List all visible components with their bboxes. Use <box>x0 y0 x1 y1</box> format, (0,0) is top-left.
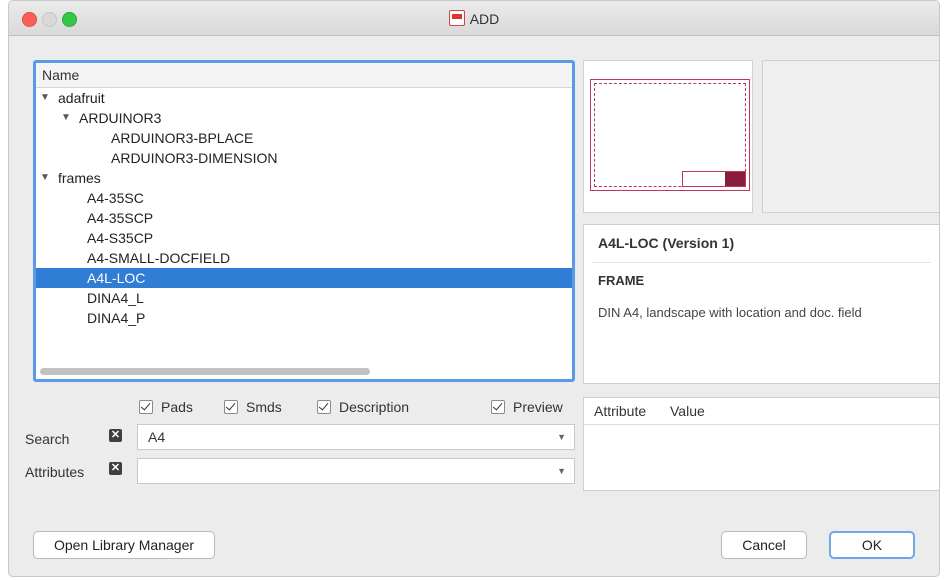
tree-row[interactable]: A4-S35CP <box>36 228 572 248</box>
chevron-down-icon[interactable]: ▼ <box>557 432 566 442</box>
tree-row-label: A4-SMALL-DOCFIELD <box>87 250 231 266</box>
description-panel: A4L-LOC (Version 1) FRAME DIN A4, landsc… <box>583 224 939 384</box>
tree-row[interactable]: A4L-LOC <box>36 268 572 288</box>
symbol-preview <box>583 60 753 213</box>
tree-row[interactable]: A4-35SC <box>36 188 572 208</box>
chevron-down-icon[interactable]: ▼ <box>557 466 566 476</box>
tree-row-label: DINA4_P <box>87 310 146 326</box>
checkmark-icon <box>224 400 238 414</box>
tree-row-label: DINA4_L <box>87 290 144 306</box>
checkmark-icon <box>491 400 505 414</box>
disclosure-triangle-icon[interactable]: ▼ <box>40 88 50 108</box>
search-label: Search <box>25 431 70 447</box>
tree-row[interactable]: A4-35SCP <box>36 208 572 228</box>
clear-search-icon[interactable]: ✕ <box>109 429 122 442</box>
device-title: A4L-LOC (Version 1) <box>598 235 735 251</box>
description-checkbox[interactable]: Description <box>317 399 409 417</box>
package-preview <box>762 60 939 213</box>
tree-row[interactable]: ARDUINOR3-DIMENSION <box>36 148 572 168</box>
disclosure-triangle-icon[interactable]: ▼ <box>61 108 71 128</box>
title-block-preview <box>682 171 746 187</box>
tree-row-label: ARDUINOR3 <box>79 110 162 126</box>
frame-preview-drawing <box>590 79 750 191</box>
checkmark-icon <box>139 400 153 414</box>
tree-row-label: ARDUINOR3-DIMENSION <box>111 150 278 166</box>
tree-row-label: A4-35SCP <box>87 210 154 226</box>
ok-button[interactable]: OK <box>829 531 915 559</box>
attribute-table-header: Attribute Value <box>584 398 939 425</box>
attribute-table[interactable]: Attribute Value <box>583 397 939 491</box>
smds-checkbox[interactable]: Smds <box>224 399 282 417</box>
search-value: A4 <box>148 429 166 445</box>
tree-row[interactable]: ▼ adafruit <box>36 88 572 108</box>
tree-row-label: A4-35SC <box>87 190 144 206</box>
preview-checkbox[interactable]: Preview <box>491 399 563 417</box>
tree-column-header-name[interactable]: Name <box>36 63 572 88</box>
search-input[interactable]: A4 ▼ <box>137 424 575 450</box>
device-description: DIN A4, landscape with location and doc.… <box>598 305 862 320</box>
pads-checkbox[interactable]: Pads <box>139 399 193 417</box>
preview-label: Preview <box>513 399 563 415</box>
tree-row[interactable]: ▼ ARDUINOR3 <box>36 108 572 128</box>
column-header-attribute[interactable]: Attribute <box>594 398 646 424</box>
attributes-input[interactable]: ▼ <box>137 458 575 484</box>
divider <box>592 262 931 263</box>
tree-row-label: A4L-LOC <box>87 270 146 286</box>
smds-label: Smds <box>246 399 282 415</box>
disclosure-triangle-icon[interactable]: ▼ <box>40 168 50 188</box>
column-header-value[interactable]: Value <box>670 398 705 424</box>
attributes-label: Attributes <box>25 464 85 480</box>
window-title: ADD <box>9 10 939 27</box>
tree-row-label: A4-S35CP <box>87 230 154 246</box>
add-dialog: ADD Name ▼ adafruit ▼ ARDUINOR3 ARDUINOR3-BP… <box>8 0 940 577</box>
tree-list: ▼ adafruit ▼ ARDUINOR3 ARDUINOR3-BPLACE ARDUI… <box>36 88 572 328</box>
eagle-add-icon <box>448 10 465 26</box>
tree-row[interactable]: DINA4_L <box>36 288 572 308</box>
tree-row[interactable]: ARDUINOR3-BPLACE <box>36 128 572 148</box>
tree-row[interactable]: A4-SMALL-DOCFIELD <box>36 248 572 268</box>
clear-attributes-icon[interactable]: ✕ <box>109 462 122 475</box>
tree-row-label: adafruit <box>58 90 105 106</box>
description-label: Description <box>339 399 410 415</box>
pads-label: Pads <box>161 399 193 415</box>
open-library-manager-button[interactable]: Open Library Manager <box>33 531 215 559</box>
library-tree[interactable]: Name ▼ adafruit ▼ ARDUINOR3 ARDUINOR3-BPLACE… <box>33 60 575 382</box>
cancel-button[interactable]: Cancel <box>721 531 807 559</box>
tree-row-label: ARDUINOR3-BPLACE <box>111 130 254 146</box>
window-title-text: ADD <box>469 11 500 27</box>
tree-row-label: frames <box>58 170 101 186</box>
tree-row[interactable]: DINA4_P <box>36 308 572 328</box>
horizontal-scrollbar[interactable] <box>40 368 370 375</box>
tree-row[interactable]: ▼ frames <box>36 168 572 188</box>
device-type: FRAME <box>598 273 645 288</box>
checkmark-icon <box>317 400 331 414</box>
title-bar: ADD <box>9 1 939 36</box>
